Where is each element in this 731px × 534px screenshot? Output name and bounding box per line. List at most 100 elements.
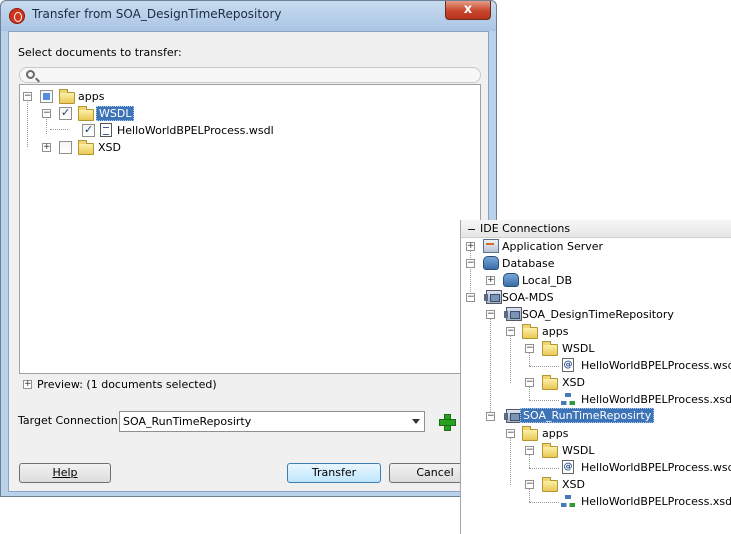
tree-label-design-time-repository: SOA_DesignTimeRepository (522, 308, 674, 321)
folder-icon (78, 140, 94, 155)
tree-label-wsdl-file: HelloWorldBPELProcess.wsdl (581, 461, 731, 474)
tree-label-wsdl: WSDL (562, 444, 595, 457)
expand-icon[interactable]: + (42, 143, 51, 152)
wsdl-file-checkbox[interactable] (82, 123, 95, 137)
tree-item-xsd[interactable]: − XSD (461, 476, 731, 493)
tree-label-soa-mds: SOA-MDS (502, 291, 554, 304)
chevron-down-icon[interactable] (412, 419, 420, 424)
folder-icon (522, 426, 538, 441)
select-documents-label: Select documents to transfer: (18, 46, 182, 59)
collapse-icon[interactable]: − (486, 310, 495, 319)
expand-icon[interactable]: + (466, 242, 475, 251)
tree-item-apps[interactable]: − apps (20, 89, 220, 106)
tree-label-wsdl: WSDL (562, 342, 595, 355)
collapse-icon[interactable]: − (506, 429, 515, 438)
tree-label-xsd-file: HelloWorldBPELProcess.xsd (581, 393, 731, 406)
folder-icon (542, 477, 558, 492)
tree-label-xsd-file: HelloWorldBPELProcess.xsd (581, 495, 731, 508)
xsd-file-icon (561, 393, 575, 406)
folder-icon (78, 106, 94, 121)
oracle-app-icon (9, 8, 25, 24)
wsdl-file-icon: @ (562, 358, 574, 372)
wsdl-document-icon (100, 123, 112, 137)
collapse-icon[interactable]: − (525, 378, 534, 387)
tree-label-wsdl-file: HelloWorldBPELProcess.wsdl (581, 359, 731, 372)
add-connection-icon[interactable] (439, 414, 456, 431)
dialog-body: Select documents to transfer: − apps − W… (8, 31, 489, 492)
repository-icon (504, 307, 522, 321)
tree-item-wsdl[interactable]: − WSDL (461, 340, 731, 357)
target-connection-value: SOA_RunTimeReposirty (123, 415, 252, 428)
documents-tree: − apps − WSDL HelloWorldBPELProcess.wsdl (19, 84, 481, 374)
tree-label-database: Database (502, 257, 555, 270)
tree-item-xsd-file[interactable]: HelloWorldBPELProcess.xsd (461, 391, 731, 408)
collapse-icon[interactable]: − (506, 327, 515, 336)
tree-item-wsdl-file[interactable]: @ HelloWorldBPELProcess.wsdl (461, 357, 731, 374)
tree-item-database[interactable]: − Database (461, 255, 731, 272)
tree-item-apps[interactable]: − apps (461, 323, 731, 340)
dialog-title: Transfer from SOA_DesignTimeRepository (32, 7, 282, 21)
tree-item-apps[interactable]: − apps (461, 425, 731, 442)
tree-label-xsd: XSD (98, 141, 121, 154)
help-button[interactable]: Help (19, 463, 111, 483)
folder-icon (59, 89, 75, 104)
xsd-checkbox[interactable] (59, 141, 72, 154)
tree-label-wsdl-file: HelloWorldBPELProcess.wsdl (117, 124, 274, 137)
collapse-icon[interactable]: − (466, 293, 475, 302)
collapse-icon[interactable]: − (486, 412, 495, 421)
tree-item-wsdl[interactable]: − WSDL (20, 106, 240, 123)
tree-label-apps: apps (78, 90, 105, 103)
collapse-icon[interactable]: − (42, 109, 51, 118)
collapse-icon[interactable]: − (467, 223, 476, 236)
tree-label-apps: apps (542, 427, 569, 440)
tree-item-xsd-file[interactable]: HelloWorldBPELProcess.xsd (461, 493, 731, 510)
wsdl-file-icon: @ (562, 460, 574, 474)
database-icon (503, 273, 519, 287)
tree-item-soa-mds[interactable]: − SOA-MDS (461, 289, 731, 306)
tree-item-wsdl-file[interactable]: HelloWorldBPELProcess.wsdl (20, 123, 320, 140)
folder-icon (542, 341, 558, 356)
target-connection-label: Target Connection: (18, 414, 122, 427)
tree-label-xsd: XSD (562, 376, 585, 389)
tree-item-wsdl[interactable]: − WSDL (461, 442, 731, 459)
tree-item-xsd[interactable]: + XSD (20, 140, 220, 157)
target-connection-select[interactable]: SOA_RunTimeReposirty (119, 411, 425, 432)
collapse-icon[interactable]: − (23, 92, 32, 101)
tree-label-application-server: Application Server (502, 240, 604, 253)
xsd-file-icon (561, 495, 575, 508)
apps-checkbox[interactable] (40, 90, 53, 103)
folder-icon (542, 443, 558, 458)
wsdl-checkbox[interactable] (59, 106, 72, 120)
tree-item-application-server[interactable]: + Application Server (461, 238, 731, 255)
search-icon (26, 70, 35, 79)
ide-connections-title: IDE Connections (480, 222, 571, 235)
expand-icon[interactable]: + (23, 380, 32, 389)
preview-label: Preview: (1 documents selected) (37, 378, 217, 391)
collapse-icon[interactable]: − (466, 259, 475, 268)
server-icon (483, 239, 499, 253)
ide-connections-panel: − IDE Connections + Application Server −… (460, 220, 731, 534)
tree-label-apps: apps (542, 325, 569, 338)
collapse-icon[interactable]: − (525, 480, 534, 489)
folder-icon (542, 375, 558, 390)
expand-icon[interactable]: + (486, 276, 495, 285)
transfer-dialog: Transfer from SOA_DesignTimeRepository x… (0, 0, 497, 497)
folder-icon (522, 324, 538, 339)
collapse-icon[interactable]: − (525, 446, 534, 455)
tree-label-wsdl: WSDL (96, 106, 135, 121)
transfer-button[interactable]: Transfer (287, 463, 381, 483)
mds-connection-icon (484, 290, 502, 304)
ide-connections-header[interactable]: − IDE Connections (461, 220, 731, 238)
tree-item-design-time-repository[interactable]: − SOA_DesignTimeRepository (461, 306, 731, 323)
title-bar[interactable]: Transfer from SOA_DesignTimeRepository x (1, 1, 496, 31)
tree-item-runtime-repository[interactable]: − SOA_RunTimeReposirty (461, 408, 731, 425)
tree-item-local-db[interactable]: + Local_DB (461, 272, 731, 289)
collapse-icon[interactable]: − (525, 344, 534, 353)
search-input[interactable] (19, 67, 481, 83)
database-icon (483, 256, 499, 270)
tree-item-xsd[interactable]: − XSD (461, 374, 731, 391)
close-button[interactable]: x (445, 1, 491, 20)
tree-label-runtime-repository: SOA_RunTimeReposirty (520, 408, 655, 423)
tree-item-wsdl-file[interactable]: @ HelloWorldBPELProcess.wsdl (461, 459, 731, 476)
tree-label-local-db: Local_DB (522, 274, 573, 287)
